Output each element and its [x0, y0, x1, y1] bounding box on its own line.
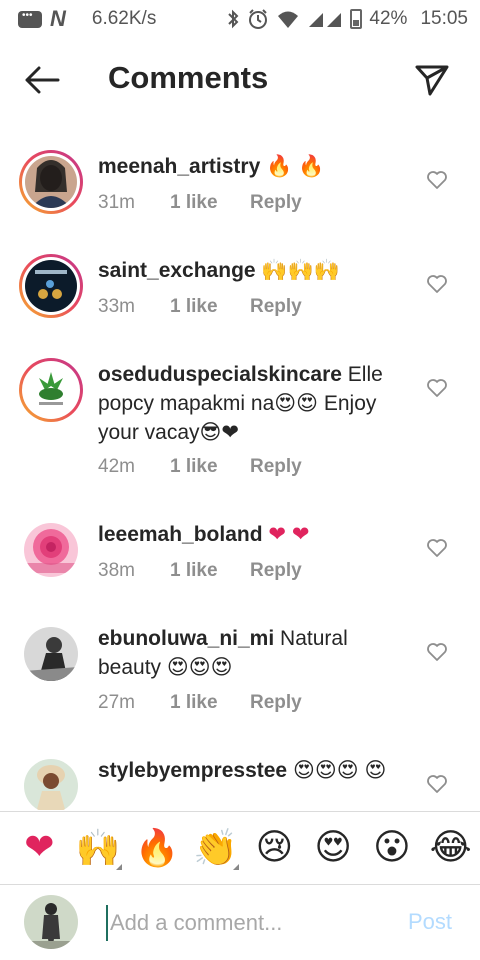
comment-body: 🙌🙌🙌 [255, 259, 340, 282]
like-heart-icon[interactable] [426, 538, 448, 558]
comment-time: 27m [98, 692, 135, 713]
emoji-label: 👏 [193, 827, 239, 869]
comment-text: meenah_artistry 🔥 🔥 [98, 152, 413, 181]
comment-text: stylebyempresstee 😍😍😍 😍 [98, 756, 413, 785]
comment-username[interactable]: stylebyempresstee [98, 759, 287, 782]
comment-time: 33m [98, 296, 135, 317]
skin-tone-indicator [115, 863, 122, 870]
share-button[interactable] [410, 60, 454, 100]
comment-meta: 33m 1 like Reply [98, 296, 302, 318]
avatar[interactable] [19, 150, 83, 214]
avatar[interactable] [19, 358, 83, 422]
message-icon [18, 10, 42, 28]
my-avatar [24, 895, 78, 949]
comment-text: saint_exchange 🙌🙌🙌 [98, 256, 413, 285]
emoji-fire-button[interactable]: 🔥 [128, 822, 187, 874]
comment-username[interactable]: ebunoluwa_ni_mi [98, 627, 274, 650]
emoji-laugh-button[interactable]: 😂 [421, 822, 480, 874]
send-icon [415, 65, 449, 96]
signal-icon [307, 9, 343, 29]
reply-button[interactable]: Reply [250, 456, 302, 478]
comment-time: 31m [98, 192, 135, 213]
avatar[interactable] [19, 518, 83, 582]
comment-meta: 42m 1 like Reply [98, 456, 302, 478]
avatar[interactable] [19, 254, 83, 318]
emoji-label: 🙌 [75, 827, 121, 869]
comment-composer: Post [0, 884, 480, 960]
avatar[interactable] [19, 754, 83, 810]
like-heart-icon[interactable] [426, 642, 448, 662]
emoji-bar: ❤ 🙌 🔥 👏 😢 😍 😮 😂 [0, 811, 480, 883]
comment-meta: 38m 1 like Reply [98, 560, 302, 582]
like-heart-icon[interactable] [426, 774, 448, 794]
comment-likes[interactable]: 1 like [170, 296, 250, 318]
clock: 15:05 [420, 8, 468, 29]
reply-button[interactable]: Reply [250, 192, 302, 214]
comment-body: ❤ ❤ [262, 523, 310, 546]
avatar[interactable] [19, 622, 83, 686]
bluetooth-icon [226, 9, 240, 29]
page-title: Comments [108, 60, 269, 95]
comment-meta: 27m 1 like Reply [98, 692, 302, 714]
alarm-icon [247, 8, 269, 30]
back-arrow-icon [25, 66, 60, 94]
comment-input[interactable] [106, 905, 386, 941]
comment-meta: 31m 1 like Reply [98, 192, 302, 214]
comment-username[interactable]: saint_exchange [98, 259, 256, 282]
comment-likes[interactable]: 1 like [170, 692, 250, 714]
emoji-cry-button[interactable]: 😢 [245, 822, 304, 874]
like-heart-icon[interactable] [426, 274, 448, 294]
battery-percent: 42% [369, 8, 408, 29]
comment-body: 🔥 🔥 [260, 155, 325, 178]
back-button[interactable] [22, 62, 62, 98]
comment-text: ebunoluwa_ni_mi Natural beauty 😍😍😍 [98, 624, 413, 682]
status-bar: N 6.62K/s 42% 15:05 [0, 0, 480, 38]
reply-button[interactable]: Reply [250, 692, 302, 714]
comment-username[interactable]: oseduduspecialskincare [98, 363, 342, 386]
comment-likes[interactable]: 1 like [170, 456, 250, 478]
comment-text: leeemah_boland ❤ ❤ [98, 520, 413, 549]
n-app-icon: N [50, 6, 66, 31]
comment-likes[interactable]: 1 like [170, 560, 250, 582]
emoji-surprised-button[interactable]: 😮 [363, 822, 422, 874]
wifi-icon [276, 9, 300, 29]
skin-tone-indicator [233, 863, 239, 870]
comment-time: 38m [98, 560, 135, 581]
emoji-heart-eyes-button[interactable]: 😍 [304, 822, 363, 874]
comment-time: 42m [98, 456, 135, 477]
network-speed: 6.62K/s [91, 8, 157, 29]
post-button[interactable]: Post [408, 909, 452, 935]
reply-button[interactable]: Reply [250, 296, 302, 318]
comment-text: oseduduspecialskincare Elle popcy mapakm… [98, 360, 413, 447]
emoji-heart-button[interactable]: ❤ [10, 822, 69, 874]
comment-username[interactable]: leeemah_boland [98, 523, 263, 546]
emoji-raised-hands-button[interactable]: 🙌 [69, 822, 128, 874]
comments-list: meenah_artistry 🔥 🔥 31m 1 like Reply sai… [0, 130, 480, 810]
comment-body: 😍😍😍 😍 [287, 759, 387, 782]
comment-username[interactable]: meenah_artistry [98, 155, 260, 178]
header: Comments [0, 46, 480, 116]
like-heart-icon[interactable] [426, 170, 448, 190]
like-heart-icon[interactable] [426, 378, 448, 398]
comment-likes[interactable]: 1 like [170, 192, 250, 214]
reply-button[interactable]: Reply [250, 560, 302, 582]
emoji-clap-button[interactable]: 👏 [186, 822, 245, 874]
battery-icon [350, 9, 363, 29]
